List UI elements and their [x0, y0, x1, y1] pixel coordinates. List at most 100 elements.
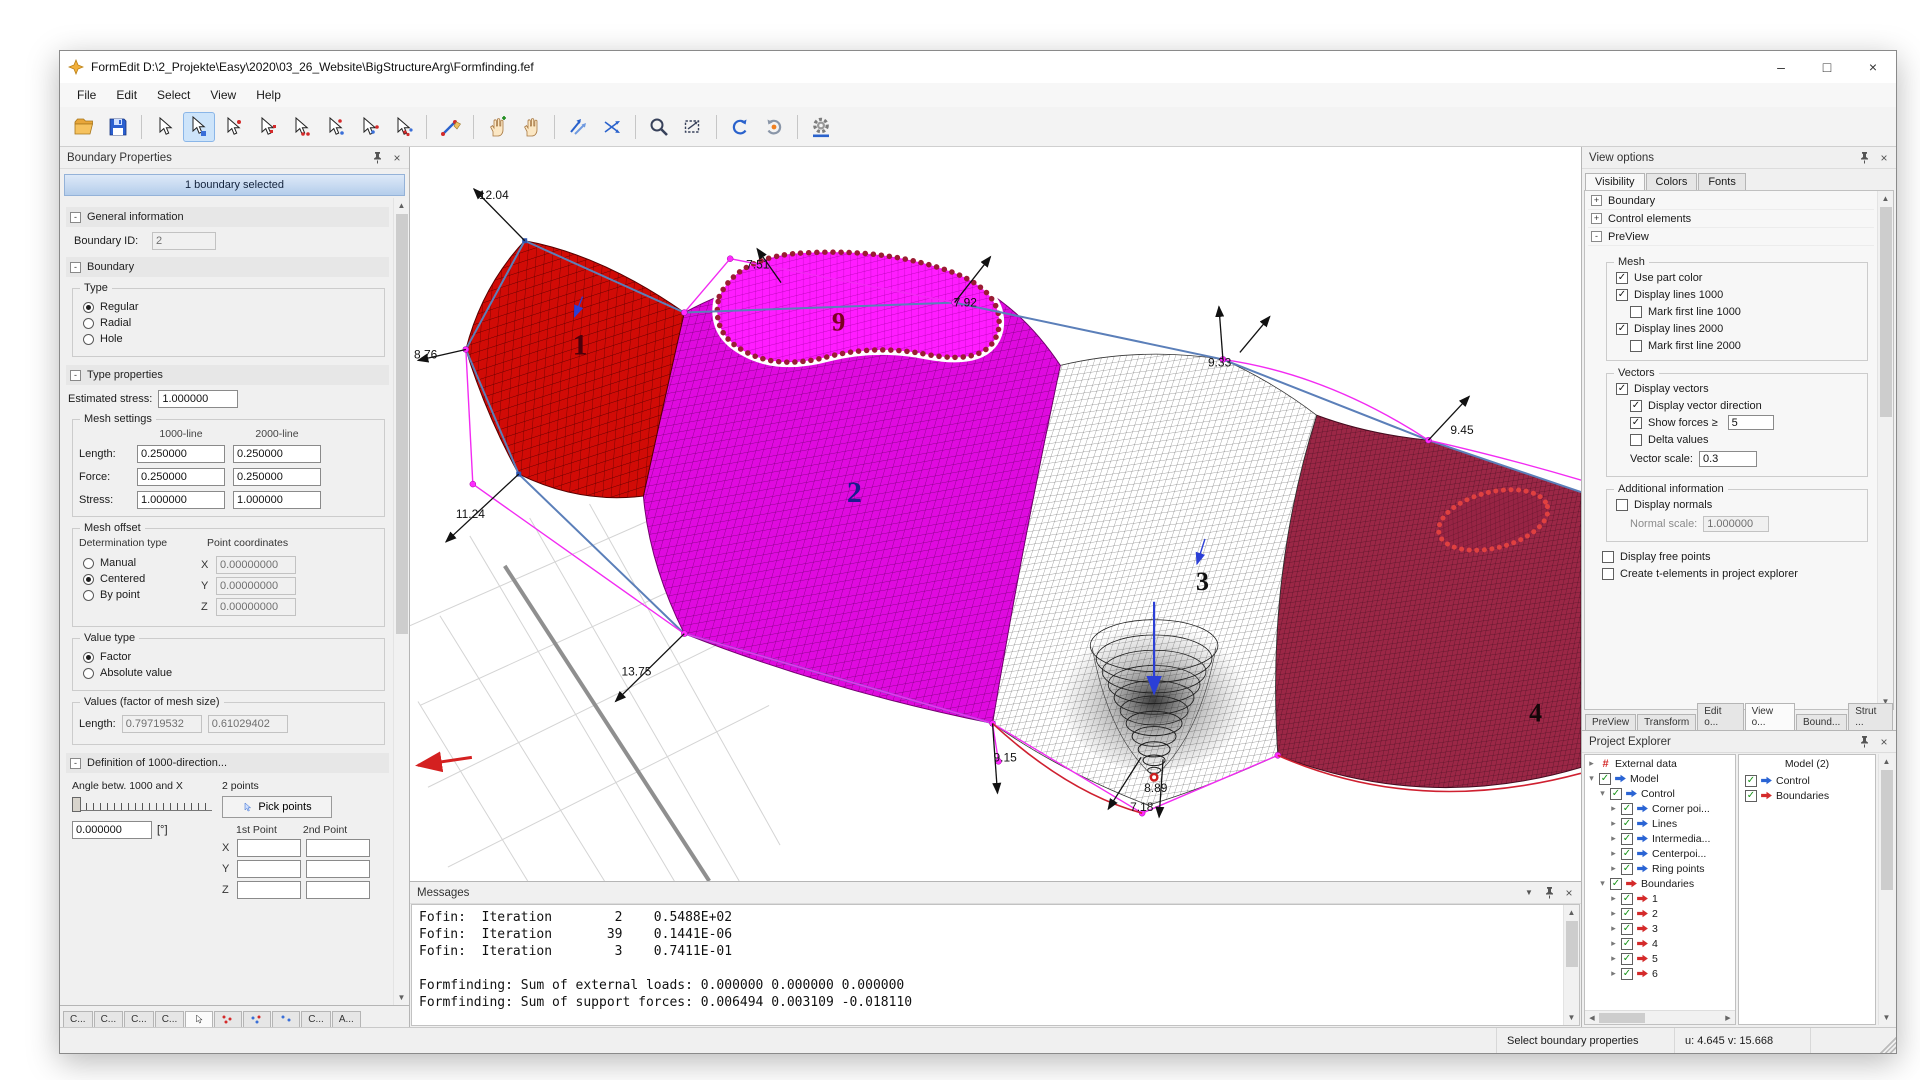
select-mesh-icon[interactable]: [285, 112, 317, 142]
select-boundary-icon[interactable]: [319, 112, 351, 142]
tree-item-corner-poi[interactable]: ▸✓Corner poi...: [1585, 801, 1735, 816]
minimize-button[interactable]: –: [1758, 51, 1804, 83]
tree-item-boundaries[interactable]: ▾✓Boundaries: [1585, 876, 1735, 891]
dropdown-icon[interactable]: ▼: [1521, 885, 1537, 901]
checkbox[interactable]: ✓: [1621, 893, 1633, 905]
save-icon[interactable]: [102, 112, 134, 142]
pin-icon[interactable]: [1856, 150, 1872, 166]
checkbox[interactable]: ✓: [1616, 383, 1628, 395]
checkbox-display-vectors[interactable]: ✓Display vectors: [1612, 380, 1862, 397]
tree-item-control[interactable]: ▾✓Control: [1585, 786, 1735, 801]
section-definition-1000-direction[interactable]: - Definition of 1000-direction...: [66, 753, 389, 773]
section-general-information[interactable]: - General information: [66, 207, 389, 227]
dock-tab-strut[interactable]: Strut ...: [1848, 703, 1893, 730]
scroll-left-icon[interactable]: ◀: [1585, 1014, 1599, 1022]
tab-colors[interactable]: Colors: [1646, 173, 1698, 190]
first-point-y-input[interactable]: [237, 860, 301, 878]
checkbox-display-lines-1000[interactable]: ✓Display lines 1000: [1612, 286, 1862, 303]
checkbox[interactable]: ✓: [1621, 863, 1633, 875]
checkbox-display-normals[interactable]: Display normals: [1612, 496, 1862, 513]
expander-icon[interactable]: ▸: [1609, 803, 1618, 814]
boundary-panel-scrollbar[interactable]: ▲ ▼: [393, 198, 409, 1005]
checkbox-create-t-elements-in-project-explorer[interactable]: Create t-elements in project explorer: [1598, 565, 1874, 582]
dock-tab-preview[interactable]: PreView: [1585, 714, 1636, 730]
menu-file[interactable]: File: [68, 85, 105, 105]
pan-hand-icon[interactable]: [481, 112, 513, 142]
scroll-down-icon[interactable]: ▼: [1879, 1010, 1895, 1025]
scroll-down-icon[interactable]: ▼: [1564, 1010, 1580, 1025]
tree-item-lines[interactable]: ▸✓Lines: [1585, 816, 1735, 831]
expander-icon[interactable]: ▸: [1609, 923, 1618, 934]
select-element-icon[interactable]: [353, 112, 385, 142]
expander-icon[interactable]: ▸: [1609, 938, 1618, 949]
scroll-up-icon[interactable]: ▲: [1564, 905, 1580, 920]
collapse-icon[interactable]: -: [70, 262, 81, 273]
scrollbar-thumb[interactable]: [1881, 770, 1893, 890]
angle-input[interactable]: [72, 821, 152, 839]
angle-slider[interactable]: [72, 798, 212, 811]
select-rectangle-icon[interactable]: [183, 112, 215, 142]
zoom-icon[interactable]: [643, 112, 675, 142]
pin-icon[interactable]: [369, 150, 385, 166]
vector-scale-input[interactable]: [1699, 451, 1757, 467]
expand-icon[interactable]: +: [1591, 213, 1602, 224]
scroll-up-icon[interactable]: ▲: [394, 198, 410, 213]
grab-hand-icon[interactable]: [515, 112, 547, 142]
section-boundary[interactable]: - Boundary: [66, 257, 389, 277]
tree-item-preview[interactable]: -PreView: [1588, 228, 1874, 246]
expander-icon[interactable]: ▸: [1609, 968, 1618, 979]
collapse-icon[interactable]: -: [70, 758, 81, 769]
checkbox[interactable]: [1616, 499, 1628, 511]
zoom-window-icon[interactable]: [677, 112, 709, 142]
panel-tab-points-red[interactable]: [214, 1011, 242, 1027]
expander-icon[interactable]: ▸: [1609, 818, 1618, 829]
tree-item-2[interactable]: ▸✓2: [1585, 906, 1735, 921]
checkbox[interactable]: ✓: [1621, 803, 1633, 815]
dock-tab-edit-o[interactable]: Edit o...: [1697, 703, 1743, 730]
expander-icon[interactable]: ▸: [1587, 758, 1596, 769]
tree-item-3[interactable]: ▸✓3: [1585, 921, 1735, 936]
checkbox-use-part-color[interactable]: ✓Use part color: [1612, 269, 1862, 286]
radio-factor[interactable]: Factor: [83, 651, 378, 663]
tree-item-6[interactable]: ▸✓6: [1585, 966, 1735, 981]
checkbox[interactable]: ✓: [1616, 289, 1628, 301]
checkbox[interactable]: ✓: [1621, 953, 1633, 965]
panel-tab-cursor[interactable]: [185, 1011, 213, 1027]
resize-grip[interactable]: [1880, 1028, 1896, 1053]
expander-icon[interactable]: ▸: [1609, 893, 1618, 904]
close-icon[interactable]: ×: [1561, 885, 1577, 901]
menu-view[interactable]: View: [201, 85, 245, 105]
checkbox[interactable]: ✓: [1745, 775, 1757, 787]
dock-tab-transform[interactable]: Transform: [1637, 714, 1696, 730]
expander-icon[interactable]: ▸: [1609, 848, 1618, 859]
dock-tab-view-o[interactable]: View o...: [1745, 703, 1795, 730]
scrollbar-thumb[interactable]: [1599, 1013, 1645, 1023]
expander-icon[interactable]: ▾: [1587, 773, 1596, 784]
length-2000-input[interactable]: [233, 445, 321, 463]
estimated-stress-input[interactable]: [158, 390, 238, 408]
checkbox[interactable]: ✓: [1621, 833, 1633, 845]
checkbox[interactable]: ✓: [1599, 773, 1611, 785]
panel-tab-a[interactable]: A...: [332, 1011, 361, 1027]
settings-icon[interactable]: [805, 112, 837, 142]
forces-threshold-input[interactable]: [1728, 415, 1774, 430]
checkbox-display-free-points[interactable]: Display free points: [1598, 548, 1874, 565]
menu-edit[interactable]: Edit: [107, 85, 146, 105]
tree-item-control-elements[interactable]: +Control elements: [1588, 210, 1874, 228]
tree-item-centerpoi[interactable]: ▸✓Centerpoi...: [1585, 846, 1735, 861]
scroll-down-icon[interactable]: ▼: [394, 990, 410, 1005]
radio-manual[interactable]: Manual: [83, 557, 201, 569]
break-icon[interactable]: [596, 112, 628, 142]
checkbox[interactable]: ✓: [1621, 968, 1633, 980]
collapse-icon[interactable]: -: [70, 370, 81, 381]
scrollbar-thumb[interactable]: [1880, 207, 1892, 417]
radio-hole[interactable]: Hole: [83, 333, 378, 345]
stress-2000-input[interactable]: [233, 491, 321, 509]
checkbox[interactable]: ✓: [1621, 923, 1633, 935]
checkbox[interactable]: ✓: [1630, 417, 1642, 429]
panel-tab-points-blue[interactable]: [272, 1011, 300, 1027]
stress-1000-input[interactable]: [137, 491, 225, 509]
menu-select[interactable]: Select: [148, 85, 199, 105]
project-tree-hscrollbar[interactable]: ◀ ▶: [1585, 1010, 1735, 1024]
checkbox[interactable]: [1630, 340, 1642, 352]
